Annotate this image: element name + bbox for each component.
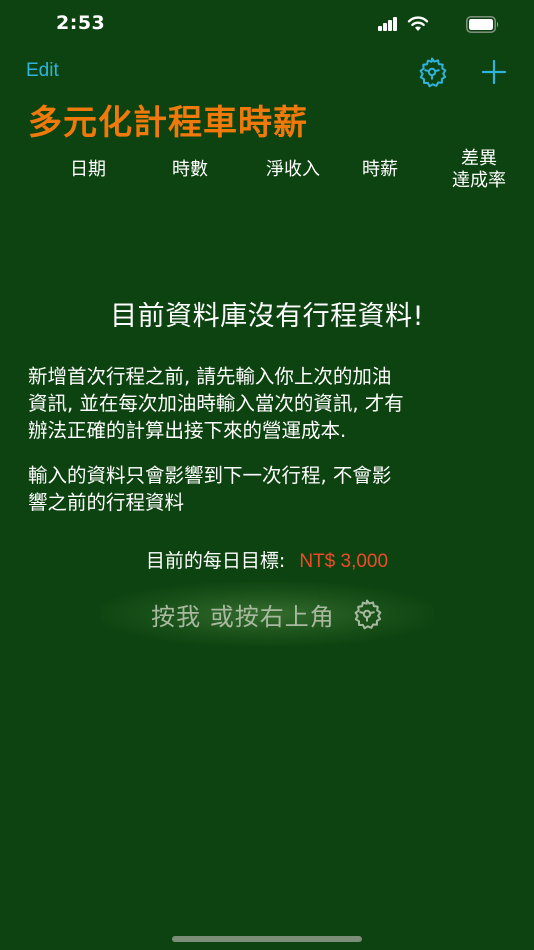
open-settings-button[interactable]: 按我 或按右上角: [100, 582, 434, 646]
column-header-hourly-rate: 時薪: [362, 159, 398, 180]
column-header-diff-rate: 差異 達成率: [452, 148, 506, 191]
edit-button[interactable]: Edit: [26, 60, 59, 82]
open-settings-button-label: 按我 或按右上角: [151, 602, 335, 631]
column-header-hours: 時數: [172, 159, 208, 180]
status-bar: 2:53: [0, 0, 534, 50]
column-header-net-income: 淨收入: [266, 159, 320, 180]
wifi-icon: [407, 16, 429, 31]
daily-goal-row: 目前的每日目標: NT$ 3,000: [0, 546, 534, 573]
daily-goal-value: NT$ 3,000: [299, 551, 389, 572]
battery-icon: [466, 16, 499, 33]
empty-state-title: 目前資料庫沒有行程資料!: [110, 301, 424, 332]
page-title: 多元化計程車時薪: [28, 103, 308, 143]
signal-icon: [378, 17, 398, 31]
plus-icon[interactable]: [480, 58, 508, 86]
empty-state-paragraph-2: 輸入的資料只會影響到下一次行程, 不會影 響之前的行程資料: [28, 464, 392, 514]
column-header-date: 日期: [70, 159, 106, 180]
empty-state-paragraph-1: 新增首次行程之前, 請先輸入你上次的加油 資訊, 並在每次加油時輸入當次的資訊,…: [28, 365, 404, 442]
status-time: 2:53: [56, 12, 106, 34]
home-indicator[interactable]: [172, 936, 362, 942]
gear-wheel-icon[interactable]: [416, 56, 448, 88]
gear-wheel-icon: [354, 599, 382, 630]
daily-goal-label: 目前的每日目標:: [145, 550, 286, 572]
